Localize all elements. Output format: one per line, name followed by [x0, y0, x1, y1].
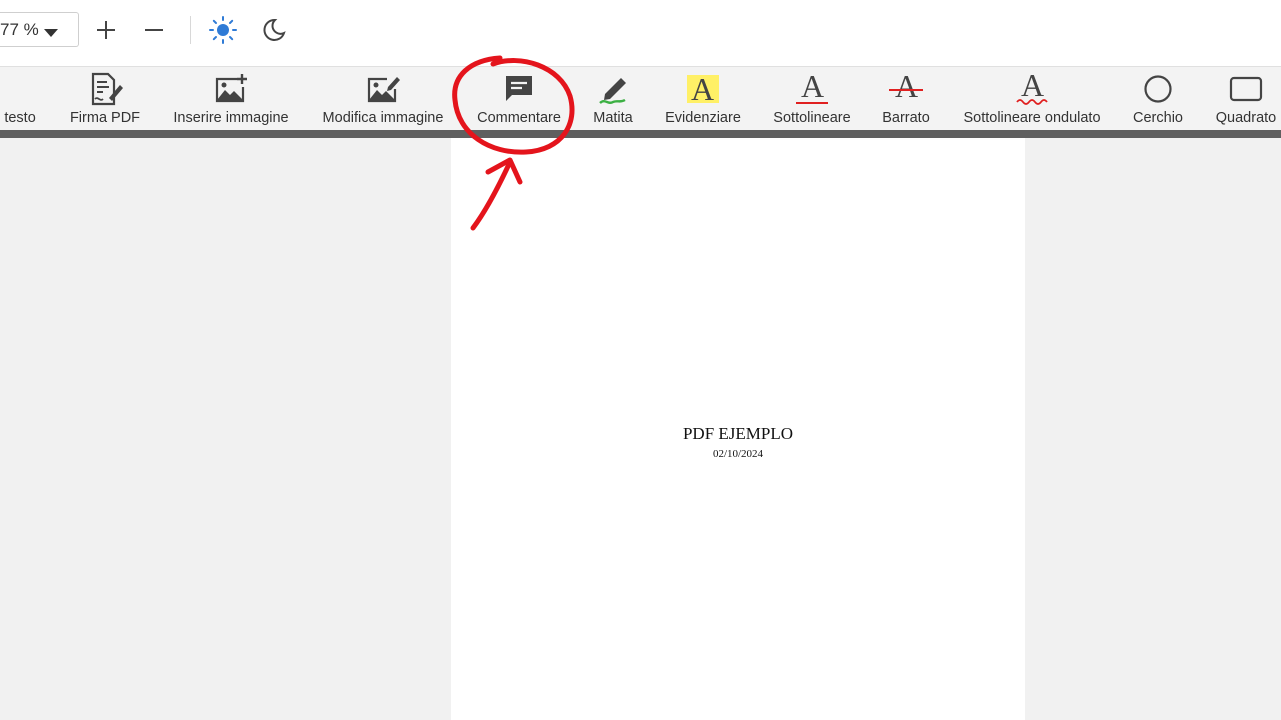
tool-label: Inserire immagine — [173, 110, 289, 126]
pdf-page[interactable]: PDF EJEMPLO 02/10/2024 — [451, 138, 1025, 720]
tool-add-text[interactable]: e testo — [0, 67, 50, 131]
tool-label: Cerchio — [1133, 110, 1183, 126]
tool-label: Firma PDF — [69, 110, 141, 126]
top-bar: 77 % — [0, 0, 1281, 66]
zoom-select[interactable]: 77 % — [0, 12, 79, 47]
tool-label: Quadrato — [1215, 110, 1277, 126]
toolbar-bottom-border — [0, 130, 1281, 138]
wavy-underline-icon: A — [1014, 69, 1050, 105]
tool-label: e testo — [0, 110, 36, 126]
tool-wavy-underline[interactable]: A Sottolineare ondulato — [960, 67, 1104, 131]
tool-insert-image[interactable]: Inserire immagine — [170, 67, 292, 131]
tool-label: Evidenziare — [665, 110, 741, 126]
tool-label: Modifica immagine — [322, 110, 444, 126]
document-date: 02/10/2024 — [712, 448, 764, 460]
pencil-icon — [595, 73, 631, 105]
tool-circle[interactable]: Cerchio — [1128, 67, 1188, 131]
tool-highlight[interactable]: A Evidenziare — [662, 67, 744, 131]
tool-label: Commentare — [477, 110, 561, 126]
tool-edit-image[interactable]: Modifica immagine — [320, 67, 446, 131]
tool-sign-pdf[interactable]: Firma PDF — [65, 67, 145, 131]
tool-label: Sottolineare ondulato — [963, 110, 1101, 126]
sun-icon[interactable] — [207, 14, 239, 46]
comment-icon — [501, 73, 537, 105]
tool-underline[interactable]: A Sottolineare — [770, 67, 854, 131]
edit-image-icon — [365, 73, 401, 105]
annotation-toolbar: e testo Firma PDF Inserire immagine — [0, 66, 1281, 130]
plus-icon[interactable] — [93, 17, 119, 43]
square-icon — [1228, 73, 1264, 105]
document-viewer[interactable]: PDF EJEMPLO 02/10/2024 — [0, 138, 1281, 720]
document-title: PDF EJEMPLO — [682, 424, 794, 443]
tool-label: Barrato — [882, 110, 930, 126]
tool-label: Matita — [593, 110, 633, 126]
tool-pencil[interactable]: Matita — [587, 67, 639, 131]
highlight-icon: A — [685, 73, 721, 105]
minus-icon[interactable] — [141, 17, 167, 43]
moon-icon[interactable] — [259, 15, 289, 45]
tool-comment[interactable]: Commentare — [474, 67, 564, 131]
toolbar-divider — [190, 16, 191, 44]
tool-label: Sottolineare — [773, 110, 851, 126]
zoom-value: 77 % — [0, 20, 39, 39]
chevron-down-icon[interactable] — [43, 25, 59, 43]
strikethrough-icon: A — [888, 70, 924, 105]
tool-square[interactable]: Quadrato — [1212, 67, 1280, 131]
insert-image-icon — [213, 73, 249, 105]
underline-icon: A — [794, 70, 830, 105]
tool-strikethrough[interactable]: A Barrato — [878, 67, 934, 131]
signature-icon — [87, 72, 123, 106]
circle-icon — [1140, 73, 1176, 105]
